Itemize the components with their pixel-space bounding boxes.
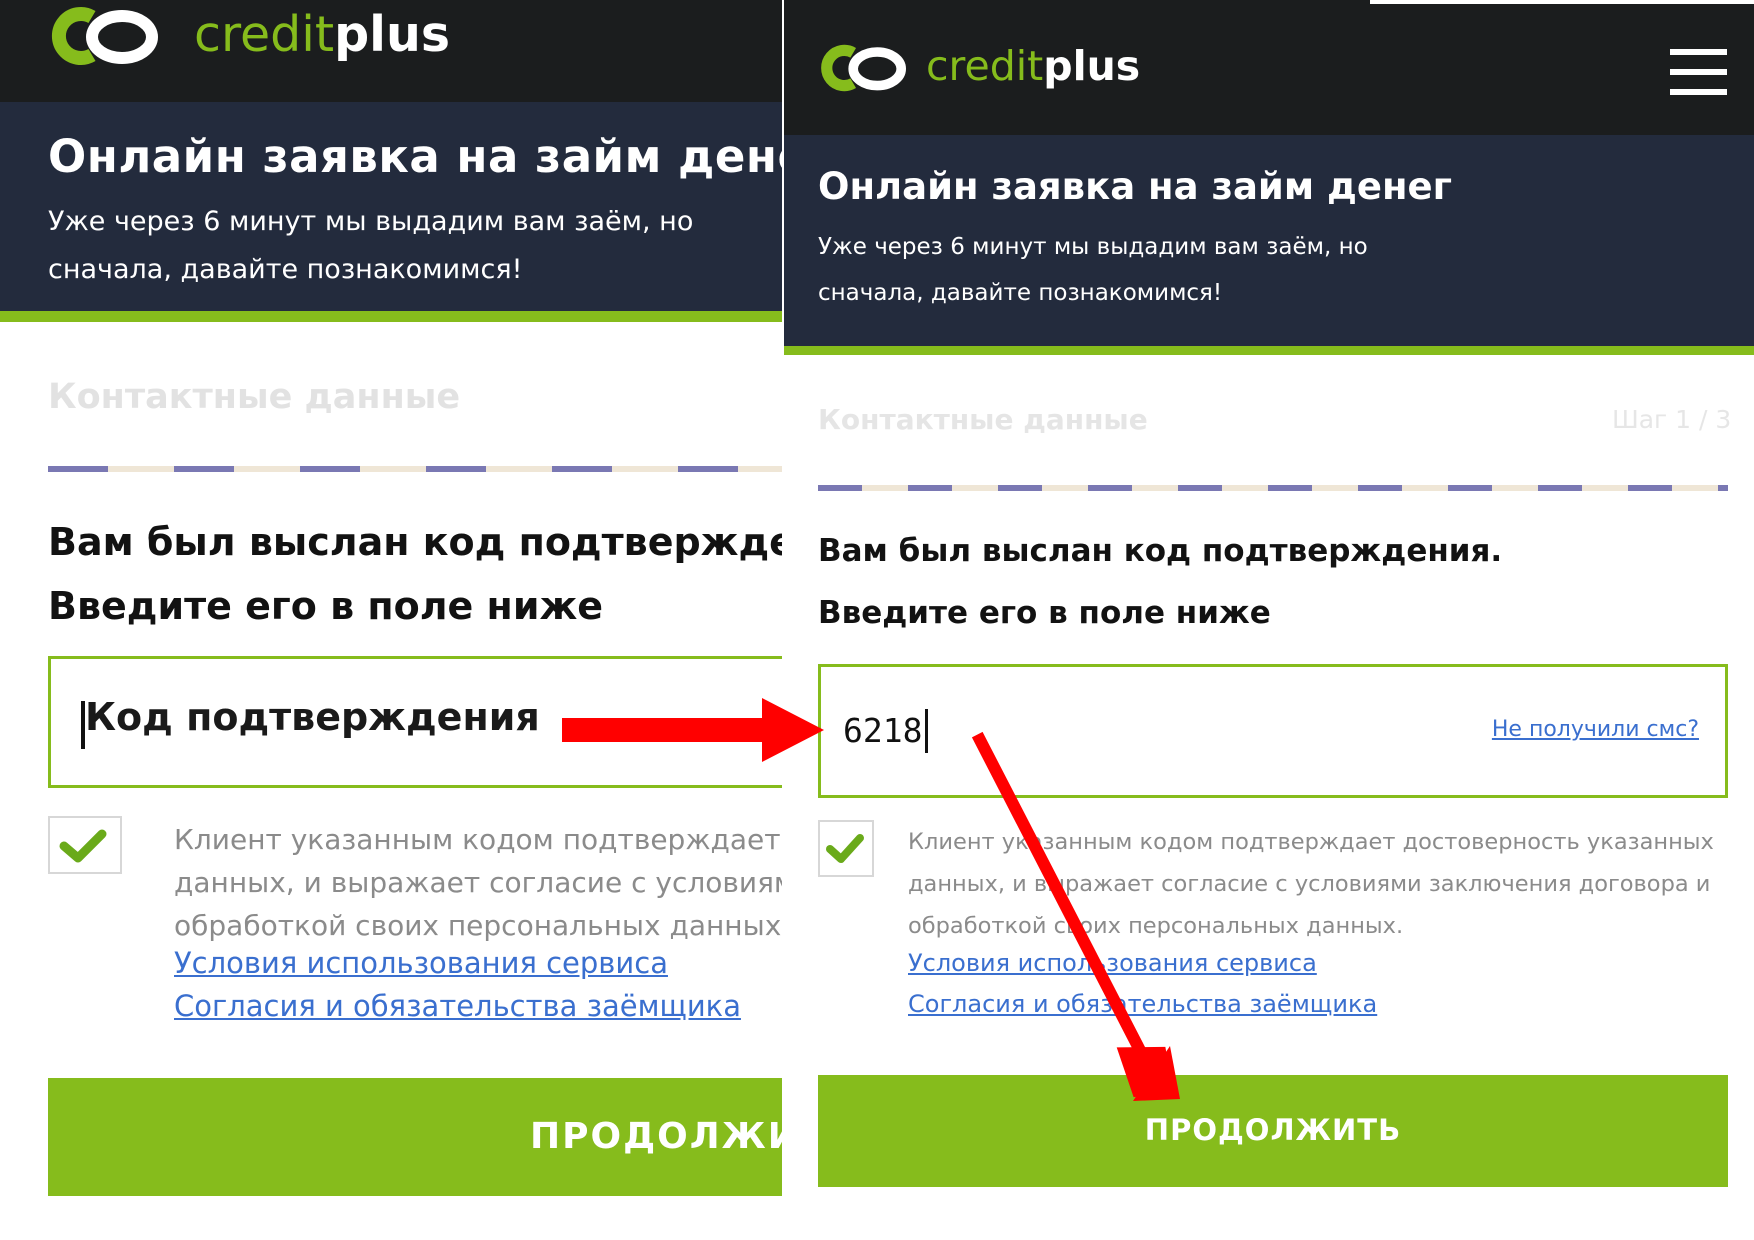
- code-placeholder: Код подтверждения: [85, 695, 540, 739]
- section-title: Контактные данные: [48, 377, 461, 417]
- continue-button[interactable]: ПРОДОЛЖИТЬ: [818, 1075, 1728, 1187]
- creditplus-logo-icon: [821, 44, 906, 92]
- hero-banner: Онлайн заявка на займ денег Уже через 6 …: [784, 135, 1754, 355]
- section-title: Контактные данные: [818, 403, 1148, 436]
- checkmark-icon: [826, 834, 864, 863]
- consent-line: обработкой своих персональных данных.: [908, 913, 1404, 939]
- text-caret: [925, 709, 928, 753]
- step-progress-bar: [48, 466, 784, 472]
- consent-line: Клиент указанным кодом подтверждает дост…: [174, 823, 784, 856]
- subtitle-line: Уже через 6 минут мы выдадим вам заём, н…: [818, 234, 1368, 260]
- page-subtitle: Уже через 6 минут мы выдадим вам заём, н…: [818, 224, 1368, 316]
- consent-text: Клиент указанным кодом подтверждает дост…: [174, 818, 784, 947]
- step-progress-bar: [818, 485, 1728, 491]
- brand-name: creditplus: [194, 6, 450, 63]
- hero-accent-strip: [0, 311, 784, 322]
- code-input[interactable]: Код подтверждения: [48, 656, 784, 788]
- brand-part2: plus: [1043, 42, 1141, 90]
- brand-part1: credit: [926, 42, 1044, 90]
- top-edge: [1370, 0, 1754, 4]
- page-subtitle: Уже через 6 минут мы выдадим вам заём, н…: [48, 198, 784, 294]
- subtitle-line: Уже через 6 минут мы выдадим вам заём, н…: [48, 206, 694, 237]
- zoomed-form-screen: creditplus Онлайн заявка на займ денег У…: [0, 0, 784, 1240]
- consent-line: Клиент указанным кодом подтверждает дост…: [908, 829, 1714, 855]
- creditplus-logo-icon: [51, 7, 158, 65]
- page-title: Онлайн заявка на займ денег: [48, 130, 784, 183]
- consent-checkbox[interactable]: [818, 820, 874, 877]
- checkmark-icon: [59, 829, 107, 863]
- code-value: 6218: [843, 711, 923, 750]
- instruction-line: Введите его в поле ниже: [48, 584, 604, 628]
- continue-button-label: ПРОДОЛЖИТЬ: [530, 1116, 784, 1157]
- obligations-link[interactable]: Согласия и обязательства заёмщика: [174, 989, 741, 1023]
- instruction-line: Вам был выслан код подтверждения.: [818, 533, 1503, 569]
- terms-link[interactable]: Условия использования сервиса: [174, 946, 668, 980]
- brand-part2: plus: [334, 6, 451, 63]
- resend-sms-link[interactable]: Не получили смс?: [1492, 717, 1699, 742]
- hero-accent-strip: [784, 346, 1754, 355]
- subtitle-line: сначала, давайте познакомимся!: [818, 280, 1223, 306]
- hero-banner: Онлайн заявка на займ денег Уже через 6 …: [0, 102, 784, 322]
- code-input[interactable]: 6218 Не получили смс?: [818, 664, 1728, 798]
- consent-line: данных, и выражает согласие с условиями …: [908, 871, 1711, 897]
- page-title: Онлайн заявка на займ денег: [818, 165, 1452, 208]
- terms-link[interactable]: Условия использования сервиса: [908, 949, 1317, 977]
- instruction-line: Введите его в поле ниже: [818, 595, 1271, 631]
- instruction-text: Вам был выслан код подтверждения. Введит…: [48, 510, 784, 638]
- continue-button[interactable]: ПРОДОЛЖИТЬ: [48, 1078, 784, 1196]
- consent-line: данных, и выражает согласие с условиями …: [174, 866, 784, 899]
- header-bar: creditplus: [0, 0, 784, 102]
- instruction-line: Вам был выслан код подтверждения.: [48, 520, 784, 564]
- header-bar: creditplus: [784, 0, 1754, 135]
- obligations-link[interactable]: Согласия и обязательства заёмщика: [908, 990, 1377, 1018]
- hamburger-icon[interactable]: [1670, 49, 1727, 96]
- subtitle-line: сначала, давайте познакомимся!: [48, 254, 523, 285]
- step-indicator: Шаг 1 / 3: [1612, 405, 1732, 434]
- consent-line: обработкой своих персональных данных.: [174, 909, 784, 942]
- continue-button-label: ПРОДОЛЖИТЬ: [1144, 1113, 1402, 1147]
- consent-checkbox[interactable]: [48, 816, 122, 874]
- brand-name: creditplus: [926, 42, 1140, 90]
- instruction-text: Вам был выслан код подтверждения. Введит…: [818, 520, 1502, 644]
- brand-part1: credit: [194, 6, 335, 63]
- consent-text: Клиент указанным кодом подтверждает дост…: [908, 821, 1748, 947]
- form-screen: creditplus Онлайн заявка на займ денег У…: [784, 0, 1754, 1240]
